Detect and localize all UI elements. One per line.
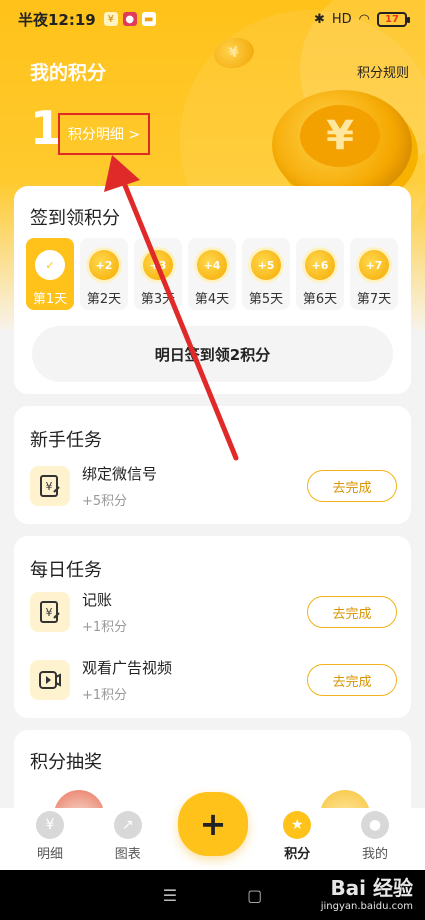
- coin-icon: +3: [143, 250, 173, 280]
- day-label: 第2天: [86, 292, 122, 307]
- checkin-button[interactable]: 明日签到领2积分: [32, 326, 393, 382]
- watermark-logo: Bai 经验: [330, 876, 413, 900]
- task-reward: +1积分: [82, 688, 128, 703]
- chart-tab-icon: ↗: [113, 811, 142, 839]
- battery-icon: 17: [377, 11, 410, 27]
- home-icon[interactable]: ▢: [247, 886, 262, 905]
- task-reward: +1积分: [82, 620, 128, 635]
- day-label: 第5天: [248, 292, 284, 307]
- task-name: 记账: [82, 591, 113, 609]
- newbie-tasks-title: 新手任务: [30, 430, 102, 451]
- newbie-tasks-card: 新手任务 ¥ 绑定微信号 +5积分 去完成: [14, 406, 411, 524]
- svg-text:¥: ¥: [46, 480, 53, 493]
- task-reward: +5积分: [82, 494, 128, 509]
- day-label: 第3天: [140, 292, 176, 307]
- ledger-icon: ¥: [30, 592, 70, 632]
- points-rules-link[interactable]: 积分规则: [357, 62, 409, 81]
- yen-notification-icon: ¥: [103, 12, 118, 26]
- task-name: 绑定微信号: [82, 465, 158, 483]
- go-complete-button[interactable]: 去完成: [307, 470, 397, 502]
- coin-icon: +2: [89, 250, 119, 280]
- add-record-button[interactable]: +: [178, 792, 248, 856]
- task-text: 记账 +1积分: [82, 589, 127, 635]
- status-bar: 半夜12:19 ¥ ● ▬ ✱ HD ◠ 17: [0, 0, 425, 38]
- day-label: 第6天: [302, 292, 338, 307]
- day-label: 第1天: [32, 292, 68, 307]
- checkin-day-3[interactable]: +3 第3天: [134, 238, 182, 310]
- large-coin-face: ¥: [300, 105, 380, 167]
- points-detail-link[interactable]: 积分明细 >: [58, 113, 150, 155]
- tab-me[interactable]: ● 我的: [347, 811, 403, 862]
- message-notification-icon: ▬: [141, 12, 156, 26]
- menu-icon[interactable]: ☰: [163, 886, 177, 905]
- video-icon: [30, 660, 70, 700]
- checkin-day-1[interactable]: ✓ 第1天: [26, 238, 74, 310]
- check-icon: ✓: [35, 250, 65, 280]
- tab-label: 明细: [36, 847, 63, 862]
- tab-label: 我的: [361, 847, 388, 862]
- person-tab-icon: ●: [361, 811, 389, 839]
- task-row-bookkeeping: ¥ 记账 +1积分 去完成: [30, 582, 397, 642]
- bluetooth-icon: ✱: [313, 11, 325, 27]
- checkin-days: ✓ 第1天 +2 第2天 +3 第3天 +4 第4天 +5 第5天 +6 第6天…: [26, 238, 398, 310]
- task-name: 观看广告视频: [82, 659, 173, 677]
- page-title: 我的积分: [30, 62, 107, 84]
- star-tab-icon: ★: [283, 811, 312, 839]
- task-text: 绑定微信号 +5积分: [82, 463, 157, 509]
- ledger-tab-icon: ¥: [36, 811, 64, 839]
- watermark: Bai 经验 jingyan.baidu.com: [321, 872, 413, 912]
- tab-label: 积分: [284, 847, 311, 862]
- app-notification-icon: ●: [122, 12, 137, 26]
- status-indicators: ✱ HD ◠ 17: [313, 11, 410, 27]
- tab-points[interactable]: ★ 积分: [269, 811, 325, 862]
- plus-icon: +: [199, 805, 227, 843]
- task-text: 观看广告视频 +1积分: [82, 657, 172, 703]
- task-row-bind-wechat: ¥ 绑定微信号 +5积分 去完成: [30, 456, 397, 516]
- tab-label: 图表: [114, 847, 141, 862]
- checkin-card: 签到领积分 ✓ 第1天 +2 第2天 +3 第3天 +4 第4天 +5 第5天 …: [14, 186, 411, 394]
- daily-tasks-card: 每日任务 ¥ 记账 +1积分 去完成 观看广告视频 +1积分 去完成: [14, 536, 411, 718]
- coin-icon: +4: [197, 250, 227, 280]
- checkin-day-7[interactable]: +7 第7天: [350, 238, 398, 310]
- ledger-icon: ¥: [30, 466, 70, 506]
- coin-icon: +6: [305, 250, 335, 280]
- checkin-title: 签到领积分: [30, 208, 120, 229]
- tab-details[interactable]: ¥ 明细: [22, 811, 78, 862]
- signal-icon: HD: [331, 11, 352, 27]
- task-row-watch-ad: 观看广告视频 +1积分 去完成: [30, 650, 397, 710]
- checkin-day-6[interactable]: +6 第6天: [296, 238, 344, 310]
- go-complete-button[interactable]: 去完成: [307, 664, 397, 696]
- checkin-day-5[interactable]: +5 第5天: [242, 238, 290, 310]
- daily-tasks-title: 每日任务: [30, 560, 102, 581]
- svg-text:¥: ¥: [46, 606, 53, 619]
- lottery-title: 积分抽奖: [30, 752, 102, 773]
- go-complete-button[interactable]: 去完成: [307, 596, 397, 628]
- tab-charts[interactable]: ↗ 图表: [100, 811, 156, 862]
- coin-icon: +5: [251, 250, 281, 280]
- day-label: 第7天: [356, 292, 392, 307]
- checkin-day-2[interactable]: +2 第2天: [80, 238, 128, 310]
- checkin-day-4[interactable]: +4 第4天: [188, 238, 236, 310]
- coin-icon: +7: [359, 250, 389, 280]
- wifi-icon: ◠: [358, 11, 370, 27]
- status-time: 半夜12:19: [18, 10, 96, 29]
- watermark-url: jingyan.baidu.com: [320, 901, 413, 912]
- day-label: 第4天: [194, 292, 230, 307]
